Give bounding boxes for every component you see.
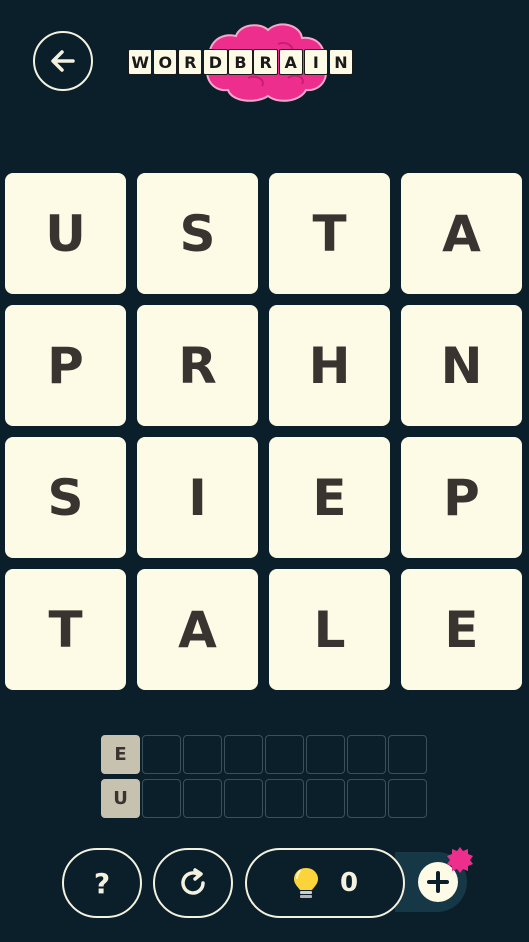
answer-slot (306, 779, 345, 818)
wordbrain-logo: WORDBRAIN (128, 22, 403, 104)
answer-slot-hint: U (101, 779, 140, 818)
logo-letter: N (328, 49, 354, 75)
answer-slot (224, 779, 263, 818)
letter-tile[interactable]: T (269, 173, 390, 294)
letter-tile[interactable]: T (5, 569, 126, 690)
answer-slot (183, 735, 222, 774)
answer-slot (142, 735, 181, 774)
help-button[interactable]: ? (62, 848, 142, 918)
answer-slot (388, 735, 427, 774)
answer-slot (142, 779, 181, 818)
notification-badge-icon (447, 847, 473, 873)
letter-tile[interactable]: U (5, 173, 126, 294)
letter-tile[interactable]: R (137, 305, 258, 426)
letter-tile[interactable]: H (269, 305, 390, 426)
hint-button[interactable]: 0 (245, 848, 405, 918)
letter-tile[interactable]: L (269, 569, 390, 690)
letter-tile[interactable]: E (269, 437, 390, 558)
arrow-left-icon (51, 50, 75, 72)
logo-letter: R (253, 49, 278, 75)
letter-tile[interactable]: S (137, 173, 258, 294)
answer-slot (183, 779, 222, 818)
answer-slot (224, 735, 263, 774)
answer-row-2: U (101, 779, 429, 818)
logo-letter: R (178, 49, 203, 75)
letter-tile[interactable]: A (137, 569, 258, 690)
answer-slot (347, 779, 386, 818)
answer-slot (306, 735, 345, 774)
answer-row-1: E (101, 735, 429, 774)
logo-letter: W (128, 49, 153, 75)
answer-slot-hint: E (101, 735, 140, 774)
logo-letter: D (203, 49, 228, 75)
letter-tile[interactable]: N (401, 305, 522, 426)
answer-slot (265, 735, 304, 774)
lightbulb-icon (293, 868, 318, 898)
logo-letter: A (278, 49, 303, 75)
restart-button[interactable] (153, 848, 233, 918)
letter-tile[interactable]: P (5, 305, 126, 426)
hint-count: 0 (339, 868, 359, 898)
logo-letter: B (228, 49, 253, 75)
logo-letter: O (153, 49, 178, 75)
help-label: ? (93, 866, 111, 900)
logo-wordmark: WORDBRAIN (128, 49, 354, 75)
answer-slot (347, 735, 386, 774)
letter-tile[interactable]: I (137, 437, 258, 558)
logo-letter: I (303, 49, 328, 75)
back-button[interactable] (33, 31, 93, 91)
letter-tile[interactable]: P (401, 437, 522, 558)
letter-tile[interactable]: E (401, 569, 522, 690)
letter-tile[interactable]: S (5, 437, 126, 558)
restart-icon (181, 868, 205, 895)
answer-slot (265, 779, 304, 818)
letter-tile[interactable]: A (401, 173, 522, 294)
answer-slot (388, 779, 427, 818)
